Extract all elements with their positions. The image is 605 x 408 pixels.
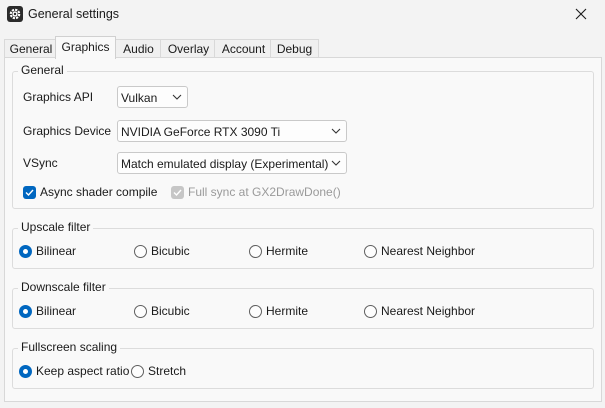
downscale-nearest-neighbor-radio[interactable]: Nearest Neighbor <box>364 304 475 318</box>
window-title: General settings <box>28 7 120 21</box>
downscale-hermite-radio[interactable]: Hermite <box>249 304 308 318</box>
upscale-nearest-neighbor-radio[interactable]: Nearest Neighbor <box>364 244 475 258</box>
vsync-value: Match emulated display (Experimental) <box>121 157 329 171</box>
chevron-down-icon <box>331 128 341 134</box>
checkmark-icon <box>171 185 184 199</box>
fullscreen-scaling-group: Fullscreen scaling Keep aspect ratio Str… <box>12 340 594 389</box>
downscale-bicubic-radio[interactable]: Bicubic <box>134 304 190 318</box>
upscale-filter-group: Upscale filter Bilinear Bicubic Hermite … <box>12 220 594 269</box>
tab-general[interactable]: General <box>4 39 58 58</box>
graphics-api-label: Graphics API <box>23 90 94 104</box>
graphics-api-select[interactable]: Vulkan <box>117 86 188 108</box>
full-sync-checkbox: Full sync at GX2DrawDone() <box>171 185 341 199</box>
chevron-down-icon <box>331 160 341 166</box>
async-shader-checkbox[interactable]: Async shader compile <box>23 185 157 199</box>
upscale-bilinear-radio[interactable]: Bilinear <box>19 244 76 258</box>
close-button[interactable] <box>559 0 605 30</box>
upscale-bicubic-radio[interactable]: Bicubic <box>134 244 190 258</box>
checkmark-icon <box>23 185 36 199</box>
downscale-filter-group: Downscale filter Bilinear Bicubic Hermit… <box>12 280 594 329</box>
close-icon <box>575 8 587 20</box>
graphics-panel: General Graphics API Vulkan Graphics Dev… <box>4 57 602 402</box>
title-bar: General settings <box>0 0 605 30</box>
graphics-device-select[interactable]: NVIDIA GeForce RTX 3090 Ti <box>117 120 347 142</box>
vsync-select[interactable]: Match emulated display (Experimental) <box>117 152 347 174</box>
fullscreen-scaling-label: Fullscreen scaling <box>18 340 121 354</box>
chevron-down-icon <box>172 94 182 100</box>
tab-graphics[interactable]: Graphics <box>55 36 116 59</box>
tab-debug[interactable]: Debug <box>270 39 319 58</box>
async-shader-label: Async shader compile <box>40 185 158 199</box>
tab-account[interactable]: Account <box>214 39 273 58</box>
downscale-filter-label: Downscale filter <box>18 280 109 294</box>
general-group-label: General <box>18 63 67 77</box>
upscale-hermite-radio[interactable]: Hermite <box>249 244 308 258</box>
tab-audio[interactable]: Audio <box>114 39 163 58</box>
graphics-device-label: Graphics Device <box>23 124 112 138</box>
general-group: General Graphics API Vulkan Graphics Dev… <box>12 63 594 209</box>
stretch-radio[interactable]: Stretch <box>131 364 186 378</box>
gear-icon <box>7 6 23 22</box>
graphics-api-value: Vulkan <box>121 91 158 105</box>
full-sync-label: Full sync at GX2DrawDone() <box>188 185 341 199</box>
downscale-bilinear-radio[interactable]: Bilinear <box>19 304 76 318</box>
upscale-filter-label: Upscale filter <box>18 220 94 234</box>
vsync-label: VSync <box>23 156 58 170</box>
graphics-device-value: NVIDIA GeForce RTX 3090 Ti <box>121 125 281 139</box>
tab-overlay[interactable]: Overlay <box>160 39 217 58</box>
keep-aspect-ratio-radio[interactable]: Keep aspect ratio <box>19 364 129 378</box>
